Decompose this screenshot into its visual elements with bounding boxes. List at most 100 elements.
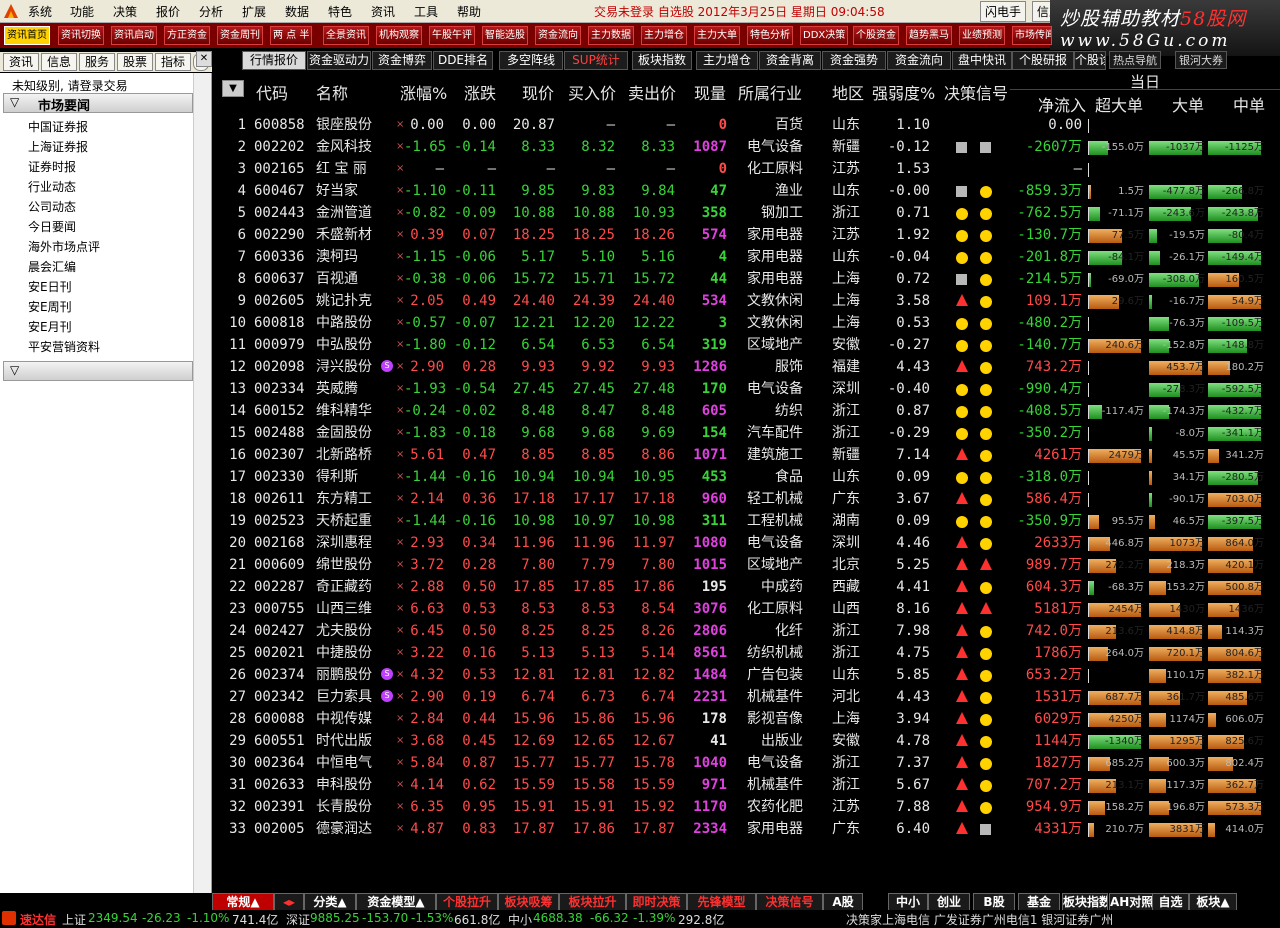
table-row[interactable]: 20 002168 深圳惠程 × 2.93 0.34 11.96 11.96 11.97 1080…: [212, 533, 1280, 555]
bottom-tab[interactable]: 个股拉升: [436, 893, 498, 911]
bottom-tab[interactable]: B股: [973, 893, 1015, 911]
menu-item-system[interactable]: 系统: [28, 3, 52, 20]
bottom-tab[interactable]: 决策信号: [756, 893, 823, 911]
table-row[interactable]: 2 002202 金风科技 × -1.65 -0.14 8.33 8.32 8.33 1087 电气…: [212, 137, 1280, 159]
toolbar-button-ddx-decision[interactable]: DDX决策: [800, 26, 849, 45]
stock-name[interactable]: 英威腾: [316, 379, 386, 399]
menu-item-info[interactable]: 资讯: [371, 3, 395, 20]
stock-name[interactable]: 长青股份: [316, 797, 386, 817]
stock-name[interactable]: 尤夫股份: [316, 621, 386, 641]
toolbar-button-main-increase[interactable]: 主力增仓: [641, 26, 687, 45]
view-tab[interactable]: 板块指数: [632, 51, 692, 70]
stock-name[interactable]: 金固股份: [316, 423, 386, 443]
news-item-overseas-review[interactable]: 海外市场点评: [28, 238, 100, 255]
toolbar-button-market-rumor[interactable]: 市场传闻: [1012, 26, 1052, 45]
table-row[interactable]: 29 600551 时代出版 × 3.68 0.45 12.69 12.65 12.67 41 出版…: [212, 731, 1280, 753]
stock-name[interactable]: 北新路桥: [316, 445, 386, 465]
left-tab-service[interactable]: 服务: [79, 53, 115, 71]
view-tab[interactable]: DDE排名: [433, 51, 493, 70]
left-tab-stock[interactable]: 股票: [117, 53, 153, 71]
stock-name[interactable]: 得利斯: [316, 467, 386, 487]
left-scrollbar[interactable]: [193, 73, 211, 893]
column-header-ask[interactable]: 卖出价: [628, 80, 676, 104]
menu-item-analysis[interactable]: 分析: [199, 3, 223, 20]
view-tab[interactable]: 资金博弈: [372, 51, 432, 70]
section-collapsed[interactable]: ▽: [3, 361, 193, 381]
toolbar-button-feature-analysis[interactable]: 特色分析: [747, 26, 793, 45]
table-row[interactable]: 3 002165 红 宝 丽 × — — — — —0 化工原料 江苏 1.53—: [212, 159, 1280, 181]
toolbar-button-smart-pick[interactable]: 智能选股: [482, 26, 528, 45]
stock-name[interactable]: 中路股份: [316, 313, 386, 333]
bottom-tab[interactable]: 即时决策: [626, 893, 687, 911]
stock-name[interactable]: 中视传媒: [316, 709, 386, 729]
news-item-shanghai-securities[interactable]: 上海证券报: [28, 138, 88, 155]
stock-name[interactable]: 金风科技: [316, 137, 386, 157]
toolbar-button-two-thirty[interactable]: 两 点 半: [270, 26, 313, 45]
stock-name[interactable]: 巨力索具: [316, 687, 386, 707]
table-row[interactable]: 27 002342 巨力索具 S × 2.90 0.19 6.74 6.73 6.74 2231 机械…: [212, 687, 1280, 709]
toolbar-button-trend-horse[interactable]: 趋势黑马: [906, 26, 952, 45]
tab-galaxy[interactable]: 银河大券: [1175, 51, 1227, 69]
toolbar-button-fangzheng-fund[interactable]: 方正资金: [164, 26, 210, 45]
bottom-tab[interactable]: 先锋模型: [687, 893, 756, 911]
toolbar-button-info-switch[interactable]: 资讯切换: [58, 26, 104, 45]
table-row[interactable]: 19 002523 天桥起重 × -1.44 -0.16 10.98 10.97 10.98 31…: [212, 511, 1280, 533]
table-row[interactable]: 30 002364 中恒电气 × 5.84 0.87 15.77 15.77 15.78 1040…: [212, 753, 1280, 775]
flash-trade-button[interactable]: 闪电手: [980, 1, 1027, 22]
stock-name[interactable]: 金洲管道: [316, 203, 386, 223]
table-row[interactable]: 18 002611 东方精工 × 2.14 0.36 17.18 17.17 17.18 960 轻…: [212, 489, 1280, 511]
table-row[interactable]: 14 600152 维科精华 × -0.24 -0.02 8.48 8.47 8.48 605 纺织…: [212, 401, 1280, 423]
bottom-tab[interactable]: 资金模型▲: [356, 893, 436, 911]
menu-item-quote[interactable]: 报价: [156, 3, 180, 20]
column-header-region[interactable]: 地区: [832, 80, 864, 104]
table-row[interactable]: 9 002605 姚记扑克 × 2.05 0.49 24.40 24.39 24.40 534 文教…: [212, 291, 1280, 313]
toolbar-button-main-data[interactable]: 主力数据: [588, 26, 634, 45]
table-row[interactable]: 17 002330 得利斯 × -1.44 -0.16 10.94 10.94 10.95 453…: [212, 467, 1280, 489]
table-row[interactable]: 7 600336 澳柯玛 × -1.15 -0.06 5.17 5.10 5.16 4 家用电器 山东…: [212, 247, 1280, 269]
bottom-tab[interactable]: 板块吸筹: [498, 893, 559, 911]
column-header-super-large[interactable]: 超大单: [1095, 92, 1143, 116]
view-tab[interactable]: 资金背离: [759, 51, 821, 70]
bottom-tab[interactable]: 创业: [928, 893, 970, 911]
stock-name[interactable]: 澳柯玛: [316, 247, 386, 267]
table-row[interactable]: 22 002287 奇正藏药 × 2.88 0.50 17.85 17.85 17.86 195 中…: [212, 577, 1280, 599]
view-tab[interactable]: SUP统计: [564, 51, 628, 70]
stock-name[interactable]: 中捷股份: [316, 643, 386, 663]
column-header-industry[interactable]: 所属行业: [738, 80, 802, 104]
stock-name[interactable]: 时代出版: [316, 731, 386, 751]
column-header-signal[interactable]: 决策信号: [944, 80, 1008, 104]
stock-name[interactable]: 山西三维: [316, 599, 386, 619]
column-menu-dropdown-icon[interactable]: ▼: [222, 80, 244, 97]
table-row[interactable]: 5 002443 金洲管道 × -0.82 -0.09 10.88 10.88 10.93 358…: [212, 203, 1280, 225]
bottom-tab[interactable]: 分类▲: [304, 893, 356, 911]
view-tab[interactable]: 资金驱动力: [307, 51, 371, 70]
view-tab[interactable]: 资金强势: [822, 51, 886, 70]
table-row[interactable]: 10 600818 中路股份 × -0.57 -0.07 12.21 12.20 12.22 3 文…: [212, 313, 1280, 335]
left-tab-message[interactable]: 信息: [41, 53, 77, 71]
bottom-tab[interactable]: 中小: [888, 893, 928, 911]
table-row[interactable]: 16 002307 北新路桥 × 5.61 0.47 8.85 8.85 8.86 1071 建筑施…: [212, 445, 1280, 467]
stock-name[interactable]: 禾盛新材: [316, 225, 386, 245]
menu-item-decision[interactable]: 决策: [113, 3, 137, 20]
stock-name[interactable]: 银座股份: [316, 115, 386, 135]
left-tab-indicator[interactable]: 指标: [155, 53, 191, 71]
toolbar-button-fund-weekly[interactable]: 资金周刊: [217, 26, 263, 45]
table-row[interactable]: 23 000755 山西三维 × 6.63 0.53 8.53 8.53 8.54 3076 化工原…: [212, 599, 1280, 621]
stock-name[interactable]: 丽鹏股份: [316, 665, 386, 685]
menu-item-data[interactable]: 数据: [285, 3, 309, 20]
bottom-tab[interactable]: 板块指数: [1062, 893, 1108, 911]
view-tab[interactable]: 主力增仓: [696, 51, 758, 70]
table-row[interactable]: 4 600467 好当家 × -1.10 -0.11 9.85 9.83 9.84 47 渔业 山东 -…: [212, 181, 1280, 203]
menu-item-function[interactable]: 功能: [70, 3, 94, 20]
column-header-large[interactable]: 大单: [1172, 92, 1204, 116]
menu-item-help[interactable]: 帮助: [457, 3, 481, 20]
table-row[interactable]: 25 002021 中捷股份 × 3.22 0.16 5.13 5.13 5.14 8561 纺织机…: [212, 643, 1280, 665]
bottom-tab[interactable]: 板块拉升: [559, 893, 626, 911]
news-item-china-securities[interactable]: 中国证券报: [28, 118, 88, 135]
login-prompt[interactable]: 未知级别, 请登录交易: [12, 77, 128, 94]
news-item-daily[interactable]: 安E日刊: [28, 278, 72, 295]
table-row[interactable]: 13 002334 英威腾 × -1.93 -0.54 27.45 27.45 27.48 170…: [212, 379, 1280, 401]
table-row[interactable]: 31 002633 申科股份 × 4.14 0.62 15.59 15.58 15.59 971 机…: [212, 775, 1280, 797]
stock-name[interactable]: 中恒电气: [316, 753, 386, 773]
section-market-news[interactable]: ▽ 市场要闻: [3, 93, 193, 114]
